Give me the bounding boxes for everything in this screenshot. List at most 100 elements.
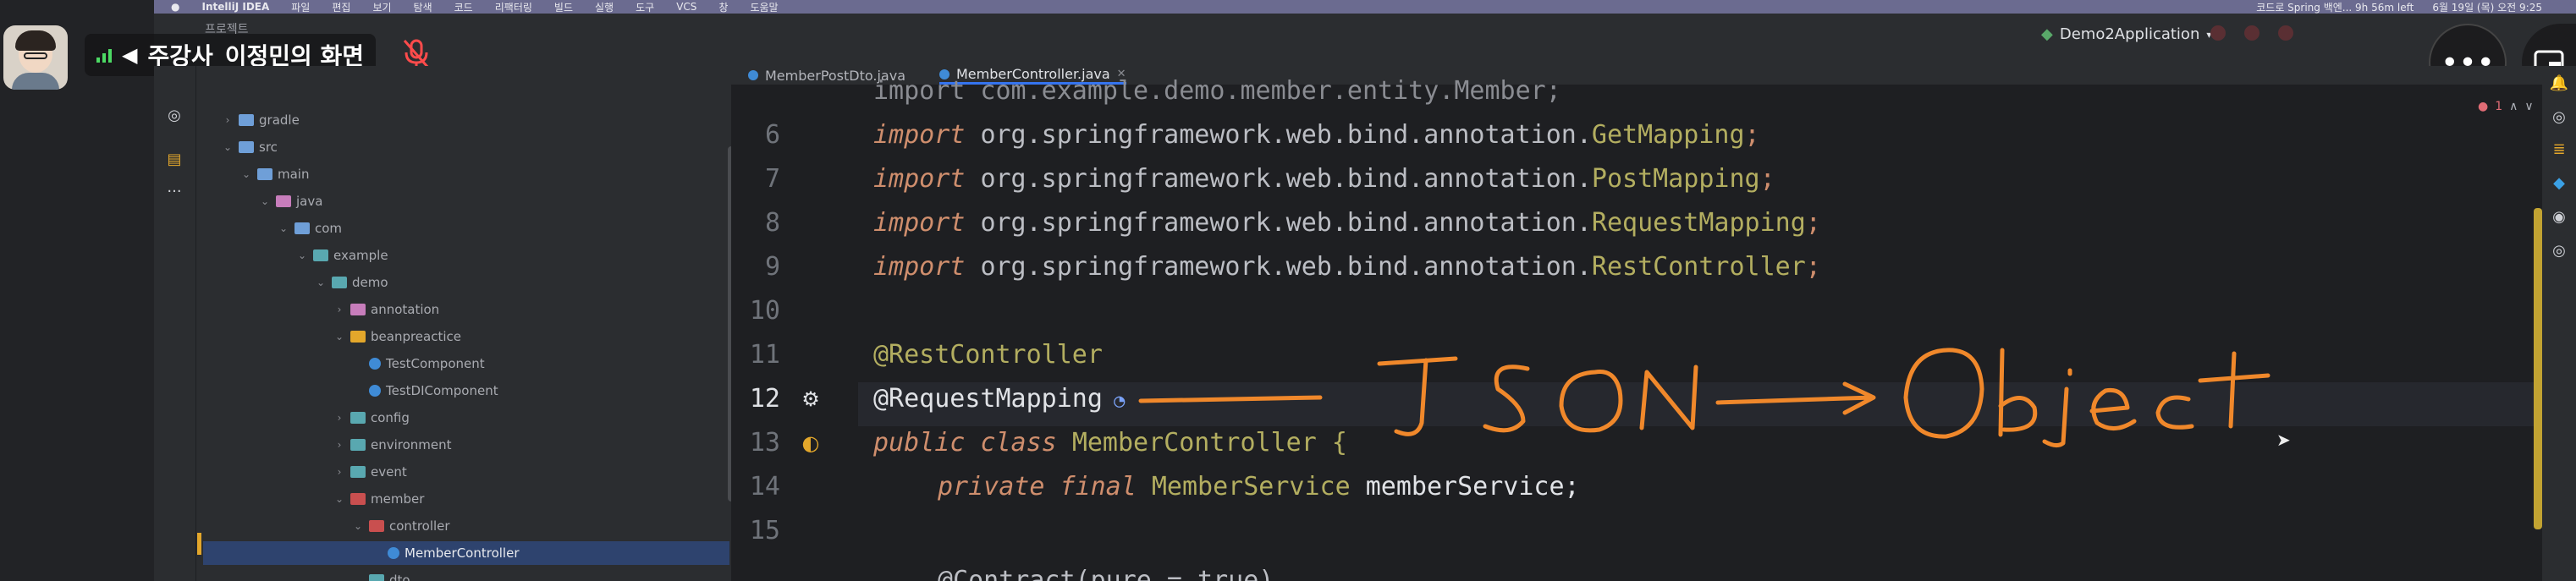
chevron-down-icon[interactable]: ⌄ bbox=[333, 331, 345, 343]
endpoint-icon[interactable]: ⚙ bbox=[799, 387, 823, 411]
menu-help[interactable]: 도움말 bbox=[750, 0, 778, 14]
tree-item-label: environment bbox=[371, 437, 452, 452]
class-icon bbox=[748, 70, 758, 80]
run-config-selector[interactable]: ◆ Demo2Application ▾ bbox=[2041, 25, 2211, 43]
tree-item-label: example bbox=[333, 248, 388, 263]
tree-item[interactable]: ⌄ member bbox=[333, 487, 729, 511]
tree-item[interactable]: ⌄ demo bbox=[315, 271, 729, 294]
tree-item[interactable]: ⌄ src bbox=[222, 135, 729, 159]
menu-vcs[interactable]: VCS bbox=[676, 1, 696, 13]
tree-item[interactable]: ⌄ java bbox=[259, 189, 729, 213]
chevron-down-icon[interactable]: ⌄ bbox=[352, 574, 364, 581]
gradle-icon[interactable]: ◆ bbox=[2549, 174, 2569, 193]
menubar-status: 코드로 Spring 백엔... 9h 56m left 6월 19일 (목) … bbox=[2256, 0, 2542, 14]
copilot-icon[interactable]: ◎ bbox=[2549, 108, 2569, 127]
menu-navigate[interactable]: 탐색 bbox=[414, 0, 432, 14]
run-controls bbox=[2210, 25, 2293, 41]
code-line-14[interactable]: private final MemberService memberServic… bbox=[938, 465, 1580, 509]
tree-item[interactable]: › gradle bbox=[222, 108, 729, 132]
structure-icon[interactable]: ▤ bbox=[164, 151, 184, 169]
stop-icon[interactable] bbox=[2278, 25, 2293, 41]
debug-icon[interactable] bbox=[2244, 25, 2260, 41]
code-line-11[interactable]: @RestController bbox=[873, 333, 1103, 377]
code-line-9[interactable]: import org.springframework.web.bind.anno… bbox=[873, 245, 1821, 289]
copilot-chat-icon[interactable]: ◎ bbox=[2549, 242, 2569, 260]
commit-icon[interactable]: ◎ bbox=[164, 107, 184, 125]
clock: 6월 19일 (목) 오전 9:25 bbox=[2432, 1, 2542, 14]
keyword: import bbox=[873, 120, 966, 150]
bean-icon[interactable]: ◐ bbox=[799, 431, 823, 455]
chevron-right-icon[interactable]: › bbox=[222, 114, 234, 126]
run-icon[interactable] bbox=[2210, 25, 2226, 41]
code-line-12[interactable]: @RequestMapping ◔ bbox=[873, 377, 1125, 421]
tree-item[interactable]: MemberController bbox=[203, 541, 729, 565]
tree-item[interactable]: ⌄ beanpreactice bbox=[333, 325, 729, 348]
menu-refactor[interactable]: 리팩터링 bbox=[495, 0, 532, 14]
ink-b bbox=[1998, 348, 2038, 437]
line-number: 10 bbox=[749, 296, 780, 326]
folder-icon bbox=[350, 439, 366, 451]
line-number: 7 bbox=[764, 164, 780, 194]
chevron-right-icon[interactable]: › bbox=[333, 466, 345, 478]
tree-item[interactable]: › config bbox=[333, 406, 729, 430]
chevron-down-icon[interactable]: ⌄ bbox=[333, 493, 345, 505]
menu-build[interactable]: 빌드 bbox=[554, 0, 573, 14]
code-line-5[interactable]: import com.example.demo.member.entity.Me… bbox=[873, 69, 1561, 113]
chevron-down-icon[interactable]: ⌄ bbox=[278, 222, 289, 234]
class-icon bbox=[369, 385, 381, 397]
tree-item[interactable]: TestDIComponent bbox=[352, 379, 729, 403]
inspection-widget[interactable]: ● 1 ∧ ∨ bbox=[2478, 100, 2534, 113]
line-number: 14 bbox=[749, 472, 780, 502]
tree-item[interactable]: ⌄ com bbox=[278, 217, 729, 240]
editor-scrollbar[interactable] bbox=[2534, 208, 2542, 529]
more-tools-icon[interactable]: ··· bbox=[164, 183, 184, 201]
chevron-right-icon[interactable]: › bbox=[333, 439, 345, 451]
line-number: 12 bbox=[749, 384, 780, 414]
line-number: 11 bbox=[749, 340, 780, 370]
tree-item[interactable]: › environment bbox=[333, 433, 729, 457]
timer-status[interactable]: 코드로 Spring 백엔... 9h 56m left bbox=[2256, 0, 2414, 14]
menu-edit[interactable]: 편집 bbox=[332, 0, 350, 14]
tree-item[interactable]: TestComponent bbox=[352, 352, 729, 375]
folder-icon bbox=[257, 168, 272, 180]
tree-item[interactable]: ⌄ controller bbox=[352, 514, 729, 538]
menu-run[interactable]: 실행 bbox=[595, 0, 614, 14]
chevron-down-icon[interactable]: ⌄ bbox=[259, 195, 271, 207]
chevron-down-icon[interactable]: ⌄ bbox=[240, 168, 252, 180]
code-line-6[interactable]: import org.springframework.web.bind.anno… bbox=[873, 113, 1760, 157]
signal-icon bbox=[96, 47, 112, 63]
tree-item[interactable]: › event bbox=[333, 460, 729, 484]
tree-item[interactable]: ⌄ main bbox=[240, 162, 729, 186]
class-icon bbox=[369, 358, 381, 370]
apple-icon[interactable]: ● bbox=[171, 1, 179, 13]
code-line-16[interactable]: @Contract(pure = true) bbox=[938, 553, 1274, 581]
menu-code[interactable]: 코드 bbox=[454, 0, 473, 14]
menu-app[interactable]: IntelliJ IDEA bbox=[201, 1, 269, 13]
chevron-up-icon[interactable]: ∧ bbox=[2509, 100, 2518, 113]
database-icon[interactable]: ≣ bbox=[2549, 140, 2569, 159]
menu-tools[interactable]: 도구 bbox=[636, 0, 654, 14]
tree-item-label: main bbox=[278, 167, 310, 182]
ink-c bbox=[2155, 395, 2194, 430]
menu-view[interactable]: 보기 bbox=[372, 0, 391, 14]
chevron-right-icon[interactable]: › bbox=[333, 412, 345, 424]
chevron-right-icon[interactable]: › bbox=[333, 304, 345, 315]
chevron-down-icon[interactable]: ∨ bbox=[2524, 100, 2533, 113]
notifications-icon[interactable]: 🔔 bbox=[2549, 74, 2569, 93]
annotation: @RequestMapping bbox=[873, 384, 1103, 414]
ai-assistant-icon[interactable]: ◉ bbox=[2549, 208, 2569, 227]
chevron-down-icon[interactable]: ⌄ bbox=[296, 249, 308, 261]
chevron-down-icon[interactable]: ⌄ bbox=[222, 141, 234, 153]
tree-item-label: member bbox=[371, 491, 425, 507]
chevron-down-icon[interactable]: ⌄ bbox=[352, 520, 364, 532]
tree-item[interactable]: › annotation bbox=[333, 298, 729, 321]
tree-item[interactable]: ⌄ example bbox=[296, 244, 729, 267]
code-line-8[interactable]: import org.springframework.web.bind.anno… bbox=[873, 201, 1821, 245]
menu-window[interactable]: 창 bbox=[718, 0, 728, 14]
avatar[interactable] bbox=[3, 25, 68, 90]
ink-S bbox=[1483, 364, 1530, 433]
tree-item[interactable]: ⌄ dto bbox=[352, 568, 729, 581]
code-line-7[interactable]: import org.springframework.web.bind.anno… bbox=[873, 157, 1775, 201]
menu-file[interactable]: 파일 bbox=[291, 0, 310, 14]
chevron-down-icon[interactable]: ⌄ bbox=[315, 277, 327, 288]
